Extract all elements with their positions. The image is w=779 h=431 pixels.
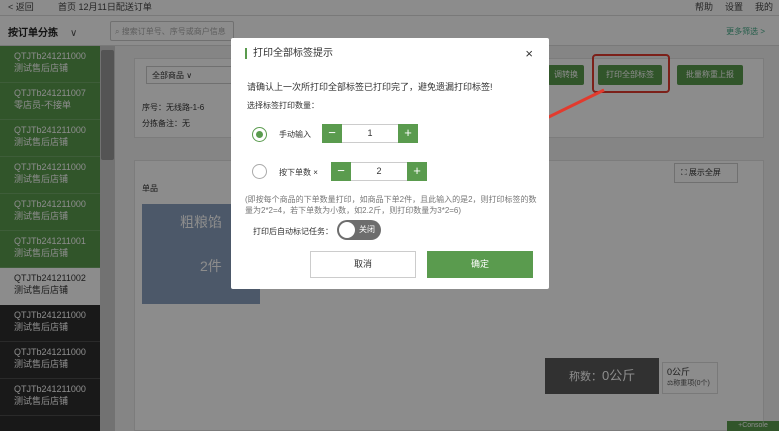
multiplier-plus-button[interactable]: + bbox=[407, 162, 427, 181]
quantity-choice-label: 选择标签打印数量： bbox=[247, 101, 319, 110]
quantity-hint: (即按每个商品的下单数量打印，如商品下单2件，且此输入的是2，则打印标签的数量为… bbox=[245, 195, 537, 215]
manual-quantity-field[interactable]: 1 bbox=[342, 124, 398, 143]
close-icon[interactable]: × bbox=[525, 46, 533, 61]
manual-plus-button[interactable]: + bbox=[398, 124, 418, 143]
dialog-title: 打印全部标签提示 bbox=[245, 48, 333, 59]
by-order-count-label: 按下单数 × bbox=[279, 168, 318, 177]
print-all-labels-dialog: 打印全部标签提示 × 请确认上一次所打印全部标签已打印完了，避免遗漏打印标签! … bbox=[231, 38, 549, 289]
toggle-knob bbox=[339, 222, 355, 238]
auto-tag-label: 打印后自动标记任务： bbox=[253, 227, 333, 236]
cancel-button[interactable]: 取消 bbox=[310, 251, 416, 278]
dialog-notice: 请确认上一次所打印全部标签已打印完了，避免遗漏打印标签! bbox=[247, 82, 493, 92]
multiplier-minus-button[interactable]: − bbox=[331, 162, 351, 181]
toggle-state-text: 关闭 bbox=[359, 225, 375, 234]
auto-tag-toggle[interactable]: 关闭 bbox=[337, 220, 381, 240]
confirm-button[interactable]: 确定 bbox=[427, 251, 533, 278]
multiplier-field[interactable]: 2 bbox=[351, 162, 407, 181]
manual-input-radio[interactable] bbox=[252, 127, 267, 142]
manual-input-label: 手动输入 bbox=[279, 130, 311, 139]
manual-minus-button[interactable]: − bbox=[322, 124, 342, 143]
by-order-count-radio[interactable] bbox=[252, 164, 267, 179]
